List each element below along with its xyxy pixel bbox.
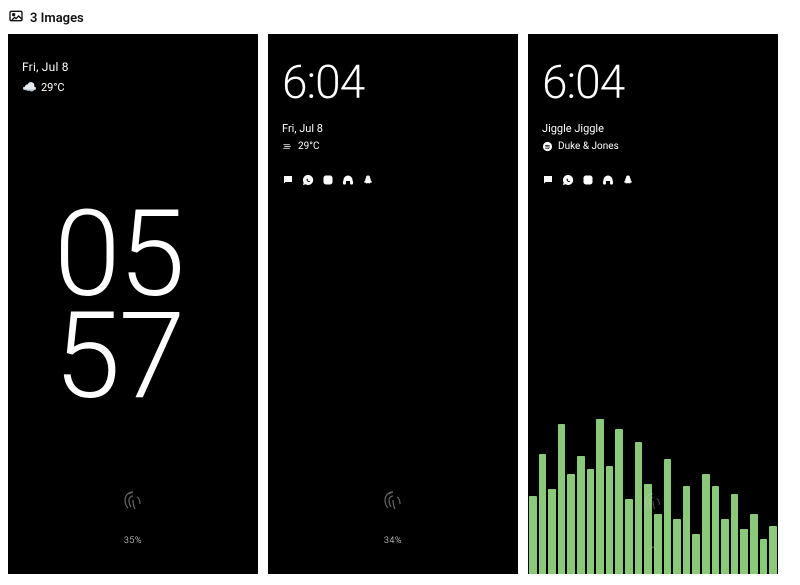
images-icon <box>8 8 24 28</box>
now-playing-artist-row: Duke & Jones <box>542 141 619 152</box>
battery-percent: 34% <box>384 536 402 546</box>
screenshot-1[interactable]: Fri, Jul 8 ☁️ 29°C 05 57 35% <box>8 34 258 574</box>
visualizer-bar <box>596 419 604 574</box>
headphones-icon <box>342 174 354 186</box>
visualizer-bar <box>587 469 595 574</box>
visualizer-bar <box>625 499 633 574</box>
whatsapp-icon <box>302 174 314 186</box>
lockscreen-clock: 6:04 <box>542 56 624 110</box>
visualizer-bar <box>712 486 720 574</box>
weather-cloud-icon: ☁️ <box>22 80 37 94</box>
visualizer-bar <box>769 526 777 574</box>
visualizer-bar <box>692 534 700 574</box>
screenshot-3[interactable]: 6:04 Jiggle Jiggle Duke & Jones <box>528 34 778 574</box>
visualizer-bar <box>615 429 623 574</box>
fingerprint-icon[interactable] <box>642 492 664 518</box>
lockscreen-clock: 6:04 <box>282 56 364 110</box>
messages-icon <box>282 174 294 186</box>
battery-percent: 35% <box>124 536 142 546</box>
visualizer-bar <box>664 459 672 574</box>
messages-icon <box>542 174 554 186</box>
visualizer-bar <box>760 539 768 574</box>
visualizer-bar <box>683 486 691 574</box>
weather-haze-icon <box>282 141 293 152</box>
snapchat-icon <box>622 174 634 186</box>
screenshot-2[interactable]: 6:04 Fri, Jul 8 29°C 34% <box>268 34 518 574</box>
visualizer-bar <box>606 466 614 574</box>
lockscreen-date: Fri, Jul 8 <box>282 122 323 135</box>
lockscreen-weather: 29°C <box>282 141 323 152</box>
weather-temp: 29°C <box>298 141 319 152</box>
swipe-up-hint-icon <box>646 541 660 560</box>
visualizer-bar <box>673 519 681 574</box>
notification-icons-row <box>542 174 634 186</box>
lockscreen-date: Fri, Jul 8 <box>22 60 69 74</box>
headphones-icon <box>602 174 614 186</box>
snapchat-icon <box>362 174 374 186</box>
visualizer-bar <box>577 456 585 574</box>
spotify-icon <box>542 141 553 152</box>
visualizer-bar <box>750 514 758 574</box>
notification-icons-row <box>282 174 374 186</box>
now-playing-title: Jiggle Jiggle <box>542 122 619 135</box>
visualizer-bar <box>721 519 729 574</box>
visualizer-bar <box>731 494 739 574</box>
visualizer-bar <box>529 496 537 574</box>
whatsapp-icon <box>562 174 574 186</box>
weather-temp: 29°C <box>41 81 65 94</box>
visualizer-bar <box>702 474 710 574</box>
instagram-icon <box>582 174 594 186</box>
now-playing-artist: Duke & Jones <box>558 141 619 152</box>
visualizer-bar <box>567 474 575 574</box>
visualizer-bar <box>558 424 566 574</box>
visualizer-bar <box>740 529 748 574</box>
instagram-icon <box>322 174 334 186</box>
gallery-count-label: 3 Images <box>30 11 84 26</box>
image-gallery: Fri, Jul 8 ☁️ 29°C 05 57 35% 6:04 Fri, J… <box>8 34 792 574</box>
fingerprint-icon[interactable] <box>121 490 145 518</box>
visualizer-bar <box>539 454 547 574</box>
lockscreen-big-clock: 05 57 <box>54 204 183 408</box>
clock-minutes: 57 <box>54 306 183 408</box>
fingerprint-icon[interactable] <box>381 490 405 518</box>
visualizer-bar <box>548 489 556 574</box>
lockscreen-weather: ☁️ 29°C <box>22 80 69 94</box>
